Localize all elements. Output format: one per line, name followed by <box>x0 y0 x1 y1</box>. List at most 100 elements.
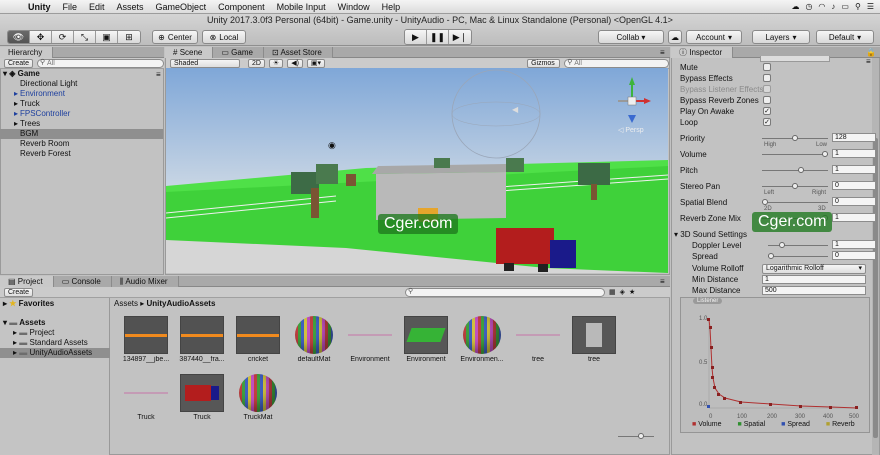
breadcrumb-assets[interactable]: Assets <box>114 299 138 308</box>
breadcrumb-current[interactable]: UnityAudioAssets <box>147 299 216 308</box>
tab-game[interactable]: ▭ Game <box>213 47 264 58</box>
asset-item[interactable]: Environmen... <box>452 316 512 363</box>
2d-toggle[interactable]: 2D <box>247 58 265 68</box>
favorites-star-icon[interactable]: ★ <box>629 288 635 296</box>
spatial-blend-value[interactable]: 0 <box>832 197 876 206</box>
hierarchy-item[interactable]: ▸ Environment <box>0 89 163 99</box>
tab-scene[interactable]: # Scene <box>165 47 214 58</box>
scene-root[interactable]: ▾ ◈ Game <box>0 69 163 79</box>
lighting-toggle-icon[interactable]: ☀ <box>268 58 284 68</box>
stereo-pan-knob[interactable] <box>792 183 798 189</box>
hierarchy-create-button[interactable]: Create <box>4 58 34 68</box>
menu-window[interactable]: Window <box>332 2 376 12</box>
menu-app[interactable]: Unity <box>22 2 57 12</box>
menu-edit[interactable]: Edit <box>83 2 111 12</box>
project-folder[interactable]: ▸ ▬ UnityAudioAssets <box>0 348 110 358</box>
slider-knob[interactable] <box>638 433 644 439</box>
rolloff-graph[interactable]: Listener 1.0 0.5 0.0 0 100 200 300 400 5… <box>680 297 870 433</box>
play-icon[interactable]: ▶ <box>405 30 427 44</box>
stereo-pan-value[interactable]: 0 <box>832 181 876 190</box>
menu-list-icon[interactable]: ☰ <box>867 2 874 11</box>
output-field-partial[interactable] <box>760 56 830 62</box>
tab-hierarchy[interactable]: Hierarchy <box>0 47 54 58</box>
asset-item[interactable]: Truck <box>172 374 232 421</box>
account-button[interactable]: Account ▾ <box>686 30 742 44</box>
layout-dropdown[interactable]: Default ▾ <box>816 30 874 44</box>
asset-item[interactable]: TruckMat <box>228 374 288 421</box>
battery-icon[interactable]: ▭ <box>841 2 849 11</box>
rect-tool-icon[interactable]: ▣ <box>96 31 118 43</box>
asset-item[interactable]: 387440__fra... <box>172 316 232 363</box>
scene-search-input[interactable]: All <box>564 58 669 68</box>
reverb-zone-mix-value[interactable]: 1 <box>832 213 876 222</box>
cloud-button[interactable]: ☁ <box>668 30 682 44</box>
menu-help[interactable]: Help <box>376 2 407 12</box>
favorites-folder[interactable]: ▸ ★ Favorites <box>0 299 110 309</box>
asset-item[interactable]: Truck <box>116 374 176 421</box>
creative-cloud-icon[interactable]: ☁ <box>791 2 799 11</box>
menu-gameobject[interactable]: GameObject <box>150 2 213 12</box>
thumbnail-size-slider[interactable] <box>618 433 654 439</box>
asset-item[interactable]: Environment <box>340 316 400 363</box>
move-tool-icon[interactable]: ✥ <box>30 31 52 43</box>
spatial-blend-knob[interactable] <box>762 199 768 205</box>
project-create-button[interactable]: Create <box>4 287 34 297</box>
view-tool-icon[interactable]: 👁 <box>8 31 30 43</box>
expand-arrow-icon[interactable]: ▸ <box>0 119 20 129</box>
menu-assets[interactable]: Assets <box>111 2 150 12</box>
checkbox[interactable] <box>763 96 771 104</box>
checkbox[interactable]: ✓ <box>763 107 771 115</box>
priority-knob[interactable] <box>792 135 798 141</box>
search-menubar-icon[interactable]: ⚲ <box>855 2 861 11</box>
hierarchy-item[interactable]: ▸ Truck <box>0 99 163 109</box>
volume-rolloff-dropdown[interactable]: Logarithmic Rolloff ▾ <box>762 264 866 274</box>
doppler-slider[interactable] <box>768 242 828 248</box>
audio-toggle-icon[interactable]: ◀) <box>287 58 303 68</box>
folder-arrow-icon[interactable]: ▸ <box>0 328 19 337</box>
gizmos-dropdown[interactable]: Gizmos ▾ <box>527 58 561 75</box>
rotate-tool-icon[interactable]: ⟳ <box>52 31 74 43</box>
folder-arrow-icon[interactable]: ▾ <box>0 318 9 327</box>
shading-mode-dropdown[interactable]: Shaded <box>170 58 240 68</box>
pitch-slider[interactable] <box>762 167 828 173</box>
pitch-knob[interactable] <box>798 167 804 173</box>
project-folder[interactable]: ▸ ▬ Project <box>0 328 110 338</box>
volume-icon[interactable]: ♪ <box>831 2 835 11</box>
checkbox[interactable] <box>763 74 771 82</box>
pitch-value[interactable]: 1 <box>832 165 876 174</box>
doppler-knob[interactable] <box>778 242 785 248</box>
menu-mobile-input[interactable]: Mobile Input <box>271 2 332 12</box>
pivot-center-button[interactable]: ⊕ Center <box>152 30 198 44</box>
doppler-value[interactable]: 1 <box>832 240 876 249</box>
spread-value[interactable]: 0 <box>832 251 876 260</box>
asset-item[interactable]: 134897__jbe... <box>116 316 176 363</box>
hierarchy-item[interactable]: BGM <box>0 129 163 139</box>
asset-item[interactable]: defaultMat <box>284 316 344 363</box>
stereo-pan-slider[interactable] <box>762 183 828 189</box>
layers-dropdown[interactable]: Layers ▾ <box>752 30 810 44</box>
expand-arrow-icon[interactable]: ▸ <box>0 109 20 119</box>
clock-icon[interactable]: ◷ <box>805 2 812 11</box>
effects-toggle-icon[interactable]: ▣▾ <box>306 58 326 68</box>
pause-icon[interactable]: ❚❚ <box>427 30 449 44</box>
checkbox[interactable]: ✓ <box>763 118 771 126</box>
filter-type-icon[interactable]: ▦ <box>609 288 616 296</box>
tab-audio-mixer[interactable]: ⫼ Audio Mixer <box>111 276 179 287</box>
hierarchy-item[interactable]: ▸ FPSController <box>0 109 163 119</box>
project-folder[interactable]: ▸ ▬ Standard Assets <box>0 338 110 348</box>
asset-item[interactable]: cricket <box>228 316 288 363</box>
project-panel-menu-icon[interactable]: ≡ <box>660 277 665 286</box>
asset-item[interactable]: tree <box>564 316 624 363</box>
priority-value[interactable]: 128 <box>832 133 876 142</box>
spread-slider[interactable] <box>768 253 828 259</box>
checkbox[interactable] <box>763 85 771 93</box>
volume-value[interactable]: 1 <box>832 149 876 158</box>
tab-console[interactable]: ▭ Console <box>53 276 112 287</box>
volume-slider[interactable] <box>762 151 828 157</box>
min-distance-value[interactable]: 1 <box>762 275 866 284</box>
step-icon[interactable]: ▶❘ <box>449 30 471 44</box>
tab-asset-store[interactable]: ⊡ Asset Store <box>263 47 333 58</box>
transform-tool-icon[interactable]: ⊞ <box>118 31 140 43</box>
folder-arrow-icon[interactable]: ▸ <box>0 348 19 357</box>
tab-inspector[interactable]: ⓘ Inspector <box>671 47 734 58</box>
